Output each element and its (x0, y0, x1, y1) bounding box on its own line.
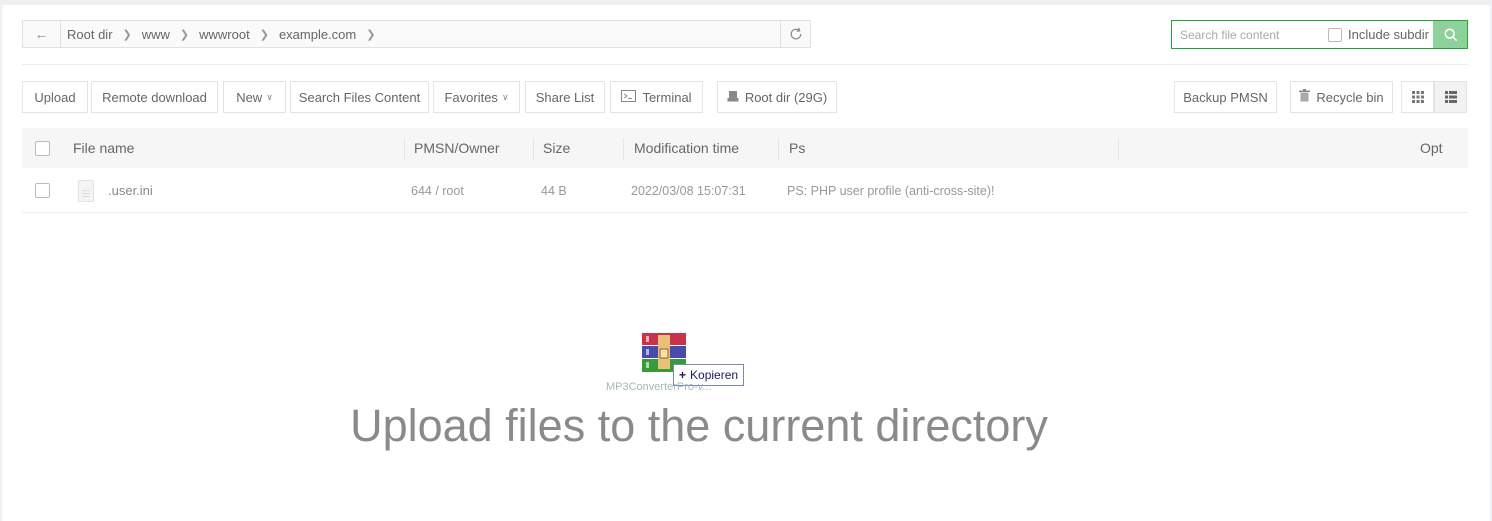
backup-pmsn-button[interactable]: Backup PMSN (1174, 81, 1277, 113)
dragged-file-name: MP3ConverterPro-v... (606, 381, 712, 393)
file-table-header: File name PMSN/Owner Size Modification t… (22, 128, 1468, 168)
refresh-icon (790, 27, 801, 40)
favorites-dropdown-button[interactable]: Favorites ∨ (433, 81, 520, 113)
file-manager-panel: ← Root dir ❯ www ❯ wwwroot ❯ example.com… (2, 5, 1490, 521)
recycle-bin-label: Recycle bin (1316, 89, 1384, 105)
grid-view-button[interactable] (1401, 81, 1434, 113)
column-size[interactable]: Size (543, 128, 570, 168)
column-divider (533, 138, 534, 160)
arrow-left-icon: ← (34, 26, 49, 42)
column-divider (778, 138, 779, 160)
search-files-content-button[interactable]: Search Files Content (290, 81, 429, 113)
root-dir-button[interactable]: Root dir (29G) (717, 81, 837, 113)
remote-download-label: Remote download (102, 89, 207, 105)
back-button[interactable]: ← (23, 21, 61, 47)
file-icon (78, 168, 94, 213)
terminal-icon (621, 89, 637, 105)
include-subdir-checkbox[interactable] (1328, 27, 1342, 42)
select-all-checkbox[interactable] (35, 128, 50, 168)
file-name[interactable]: .user.ini (108, 168, 153, 213)
recycle-bin-button[interactable]: Recycle bin (1290, 81, 1393, 113)
upload-button[interactable]: Upload (22, 81, 88, 113)
new-label: New (236, 89, 263, 105)
new-dropdown-button[interactable]: New ∨ (223, 81, 286, 113)
column-divider (1118, 138, 1119, 160)
search-button[interactable] (1433, 20, 1468, 49)
share-list-label: Share List (535, 89, 595, 105)
column-modification-time[interactable]: Modification time (634, 128, 739, 168)
column-opt: Opt (1420, 140, 1443, 156)
file-modified: 2022/03/08 15:07:31 (631, 183, 746, 198)
breadcrumb-www[interactable]: www (142, 27, 170, 42)
search-icon (1444, 28, 1457, 41)
include-subdir-label: Include subdir (1348, 27, 1429, 42)
search-files-content-label: Search Files Content (298, 89, 421, 105)
file-pmsn-owner[interactable]: 644 / root (411, 168, 464, 213)
chevron-right-icon: ❯ (179, 28, 190, 41)
path-bar: ← Root dir ❯ www ❯ wwwroot ❯ example.com… (22, 20, 811, 48)
root-dir-label: Root dir (29G) (744, 89, 828, 105)
chevron-right-icon: ❯ (259, 28, 269, 41)
backup-pmsn-label: Backup PMSN (1183, 89, 1268, 105)
share-list-button[interactable]: Share List (525, 81, 605, 113)
list-view-button[interactable] (1434, 81, 1467, 113)
breadcrumb-wwwroot[interactable]: wwwroot (199, 27, 250, 42)
search-box: Include subdir (1171, 20, 1468, 49)
copy-label: Kopieren (690, 368, 739, 382)
breadcrumb: Root dir ❯ www ❯ wwwroot ❯ example.com ❯ (67, 21, 385, 47)
file-size: 44 B (541, 183, 567, 198)
list-icon (1444, 91, 1457, 103)
remote-download-button[interactable]: Remote download (91, 81, 218, 113)
include-subdir-option[interactable]: Include subdir (1328, 21, 1429, 48)
favorites-label: Favorites (444, 89, 498, 105)
grid-icon (1411, 91, 1424, 103)
chevron-down-icon: ∨ (501, 91, 509, 102)
disk-icon (727, 90, 739, 105)
column-divider (623, 138, 624, 160)
refresh-button[interactable] (780, 21, 810, 47)
search-input[interactable] (1172, 21, 1338, 48)
row-checkbox[interactable] (35, 168, 50, 213)
column-pmsn-owner[interactable]: PMSN/Owner (414, 128, 500, 168)
drag-ghost: + Kopieren MP3ConverterPro-v... (606, 333, 756, 403)
terminal-button[interactable]: Terminal (610, 81, 703, 113)
chevron-down-icon: ∨ (266, 91, 273, 102)
terminal-label: Terminal (642, 89, 692, 105)
table-row[interactable]: .user.ini 644 / root 44 B 2022/03/08 15:… (22, 168, 1468, 213)
column-file-name[interactable]: File name (73, 128, 134, 168)
chevron-right-icon: ❯ (366, 28, 376, 41)
breadcrumb-root[interactable]: Root dir (67, 27, 113, 42)
plus-icon: + (679, 368, 687, 382)
chevron-right-icon: ❯ (122, 28, 132, 41)
divider (22, 64, 1468, 65)
upload-drop-zone-message[interactable]: Upload files to the current directory (2, 400, 1396, 452)
file-ps[interactable]: PS: PHP user profile (anti-cross-site)! (787, 168, 994, 213)
breadcrumb-site[interactable]: example.com (279, 27, 356, 42)
trash-icon (1299, 89, 1311, 105)
column-ps[interactable]: Ps (789, 128, 805, 168)
column-divider (404, 138, 405, 160)
upload-label: Upload (34, 89, 76, 105)
